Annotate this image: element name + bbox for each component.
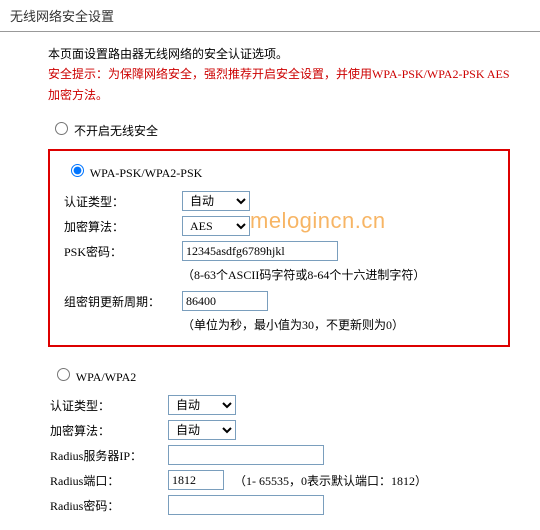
enc-alg-select[interactable]: AES xyxy=(182,216,250,236)
radio-wpa-input[interactable] xyxy=(57,368,70,381)
psk-key-input[interactable] xyxy=(182,241,338,261)
enc-alg2-select[interactable]: 自动 xyxy=(168,420,236,440)
radio-wpa-label: WPA/WPA2 xyxy=(76,370,136,384)
radio-disable-label: 不开启无线安全 xyxy=(74,124,158,138)
auth-type2-select[interactable]: 自动 xyxy=(168,395,236,415)
port-hint: （1- 65535，0表示默认端口：1812） xyxy=(234,472,427,489)
radius-port-label: Radius端口： xyxy=(50,472,168,489)
radius-ip-input[interactable] xyxy=(168,445,324,465)
radio-wpapsk[interactable]: WPA-PSK/WPA2-PSK xyxy=(66,161,494,181)
intro-line1: 本页面设置路由器无线网络的安全认证选项。 xyxy=(48,47,288,61)
radius-port-input[interactable] xyxy=(168,470,224,490)
radio-disable-security[interactable]: 不开启无线安全 xyxy=(50,119,510,139)
auth-type-label: 认证类型： xyxy=(64,193,182,210)
group-rekey-input[interactable] xyxy=(182,291,268,311)
radius-key-input[interactable] xyxy=(168,495,324,515)
wpa-psk-section: WPA-PSK/WPA2-PSK 认证类型： 自动 加密算法： AES PSK密… xyxy=(48,149,510,347)
radio-wpa[interactable]: WPA/WPA2 xyxy=(52,365,510,385)
page-title: 无线网络安全设置 xyxy=(0,0,540,32)
wpa-section: WPA/WPA2 认证类型： 自动 加密算法： 自动 Radius服务器IP： … xyxy=(48,365,510,515)
auth-type2-label: 认证类型： xyxy=(50,397,168,414)
radio-wpapsk-input[interactable] xyxy=(71,164,84,177)
radio-disable-input[interactable] xyxy=(55,122,68,135)
auth-type-select[interactable]: 自动 xyxy=(182,191,250,211)
rekey-hint: （单位为秒，最小值为30，不更新则为0） xyxy=(182,316,494,333)
intro-line2: 安全提示：为保障网络安全，强烈推荐开启安全设置，并使用WPA-PSK/WPA2-… xyxy=(48,67,510,101)
psk-key-label: PSK密码： xyxy=(64,243,182,260)
enc-alg-label: 加密算法： xyxy=(64,218,182,235)
radius-ip-label: Radius服务器IP： xyxy=(50,447,168,464)
radius-key-label: Radius密码： xyxy=(50,497,168,514)
radio-wpapsk-label: WPA-PSK/WPA2-PSK xyxy=(90,166,202,180)
intro-text: 本页面设置路由器无线网络的安全认证选项。 安全提示：为保障网络安全，强烈推荐开启… xyxy=(48,44,510,105)
psk-hint: （8-63个ASCII码字符或8-64个十六进制字符） xyxy=(182,266,494,283)
enc-alg2-label: 加密算法： xyxy=(50,422,168,439)
group-rekey-label: 组密钥更新周期： xyxy=(64,293,182,310)
content-area: 本页面设置路由器无线网络的安全认证选项。 安全提示：为保障网络安全，强烈推荐开启… xyxy=(0,32,540,530)
